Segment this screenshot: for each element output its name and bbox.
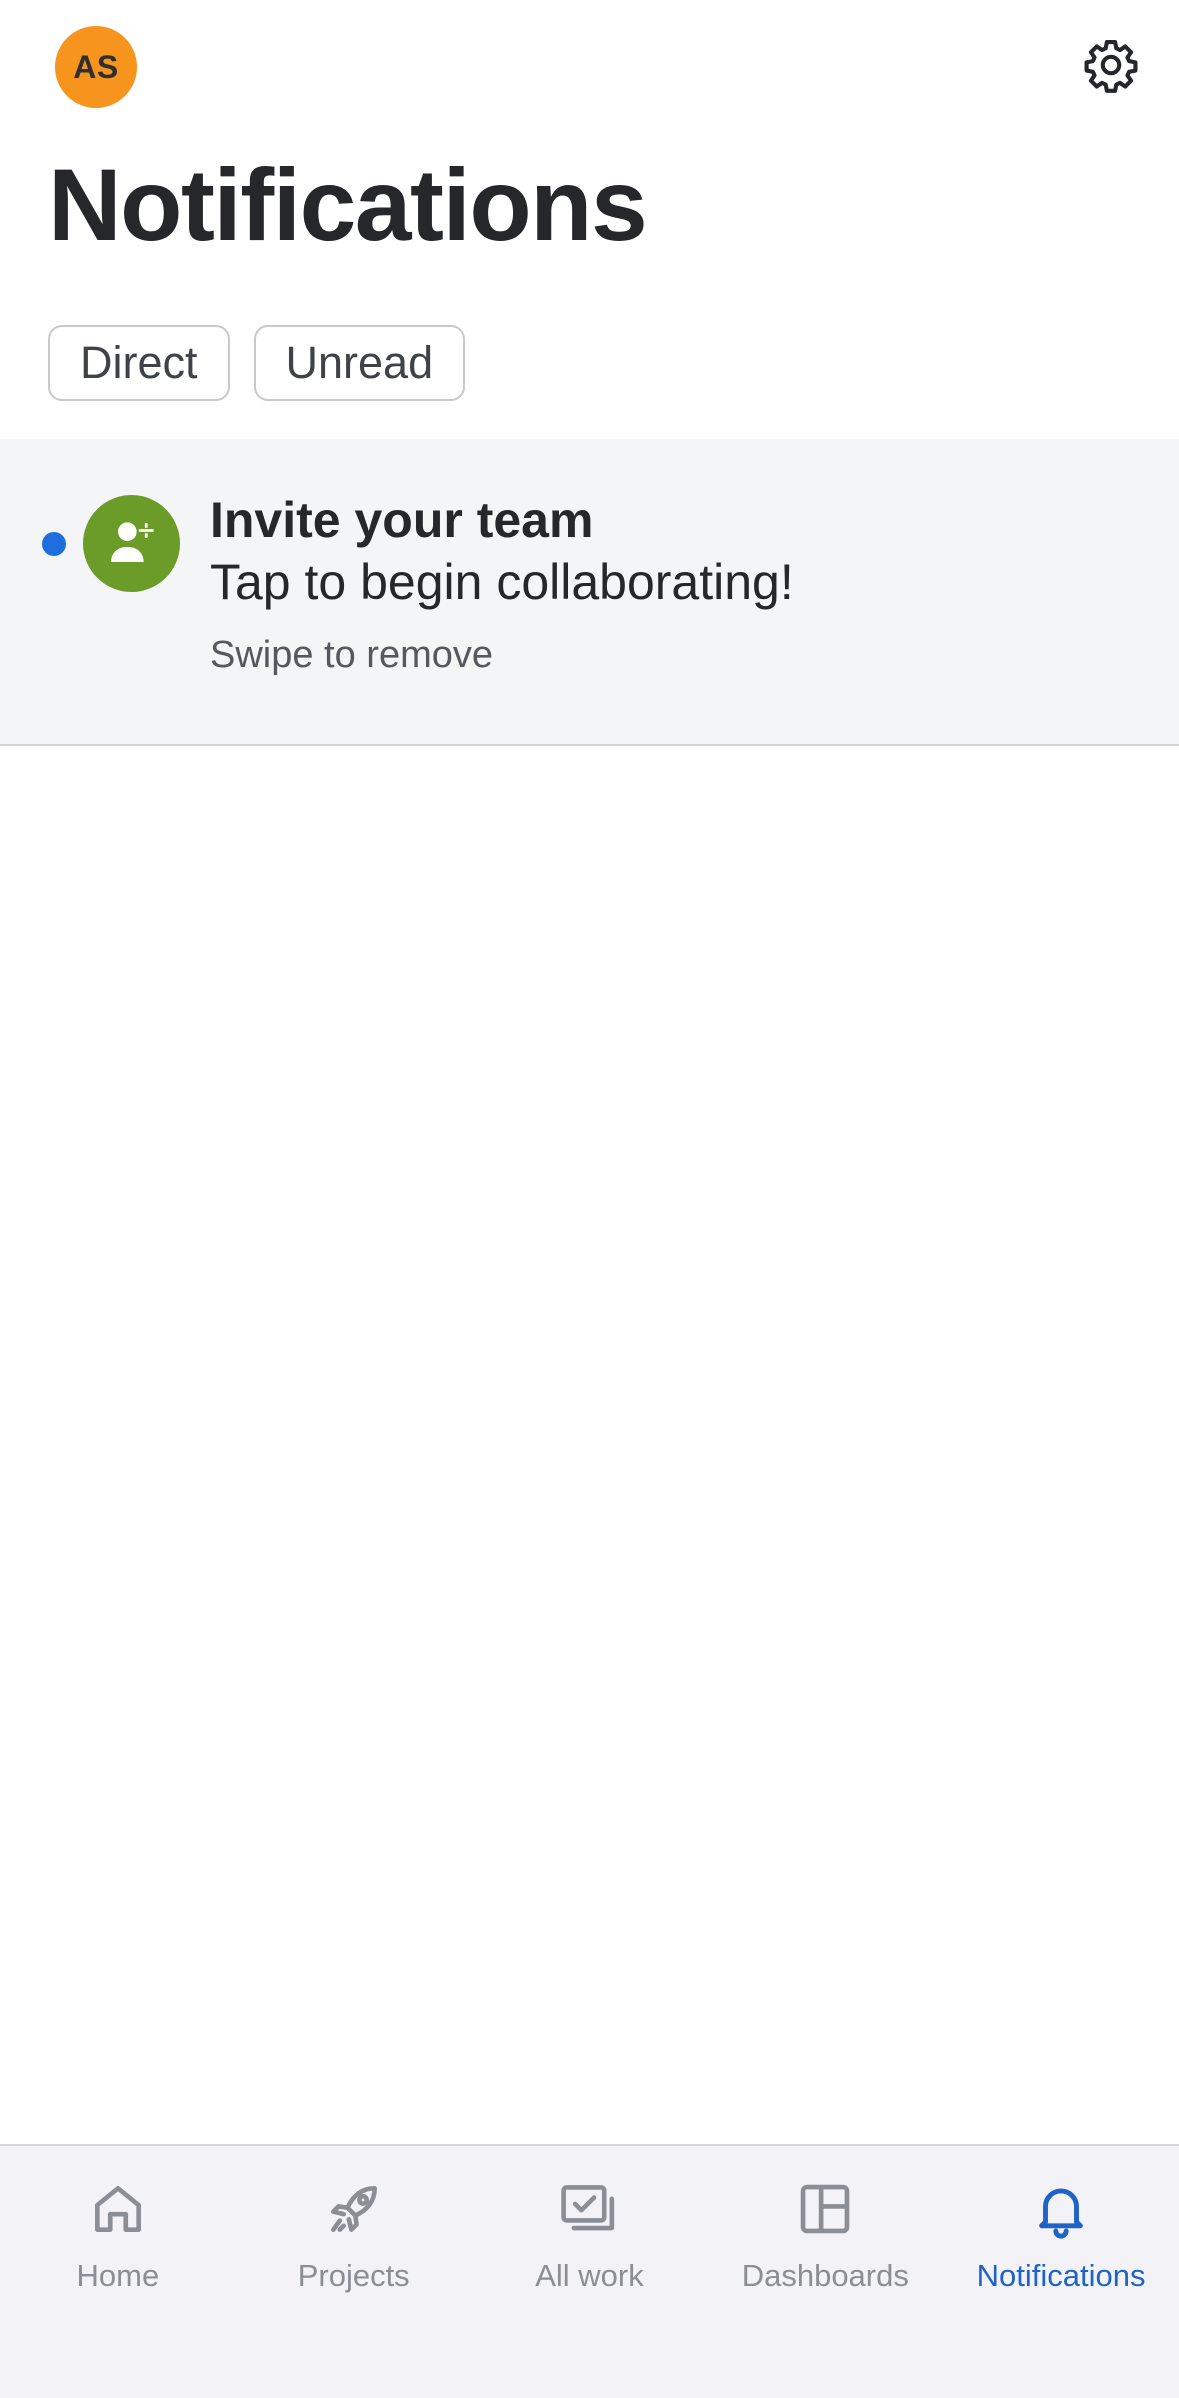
tab-home[interactable]: Home (0, 2146, 236, 2398)
tab-label: Notifications (976, 2258, 1146, 2293)
gear-icon (1082, 36, 1140, 99)
tab-label: Dashboards (741, 2258, 909, 2293)
filter-chip-unread[interactable]: Unread (253, 325, 466, 401)
unread-indicator (42, 532, 66, 556)
add-user-icon (104, 513, 160, 574)
all-work-icon (554, 2174, 624, 2244)
home-icon (83, 2174, 153, 2244)
notification-hint: Swipe to remove (210, 634, 494, 676)
filter-chip-direct[interactable]: Direct (48, 325, 230, 401)
tab-label: Projects (297, 2258, 410, 2293)
top-bar: AS (0, 0, 1179, 140)
notification-body: Tap to begin collaborating! (210, 554, 794, 610)
tab-projects[interactable]: Projects (236, 2146, 472, 2398)
tab-label: Home (76, 2258, 160, 2293)
dashboard-icon (790, 2174, 860, 2244)
tab-all-work[interactable]: All work (472, 2146, 708, 2398)
notification-title: Invite your team (210, 492, 594, 548)
settings-button[interactable] (1080, 36, 1142, 98)
tab-label: All work (535, 2258, 644, 2293)
avatar[interactable]: AS (55, 26, 137, 108)
filter-chips: Direct Unread (48, 325, 466, 401)
tab-dashboards[interactable]: Dashboards (707, 2146, 943, 2398)
page-title: Notifications (48, 148, 648, 262)
rocket-icon (319, 2174, 389, 2244)
tab-notifications[interactable]: Notifications (943, 2146, 1179, 2398)
bell-icon (1026, 2174, 1096, 2244)
invite-icon-badge (83, 495, 180, 592)
tab-bar: Home Projects All work Dashboards Notifi… (0, 2144, 1179, 2398)
